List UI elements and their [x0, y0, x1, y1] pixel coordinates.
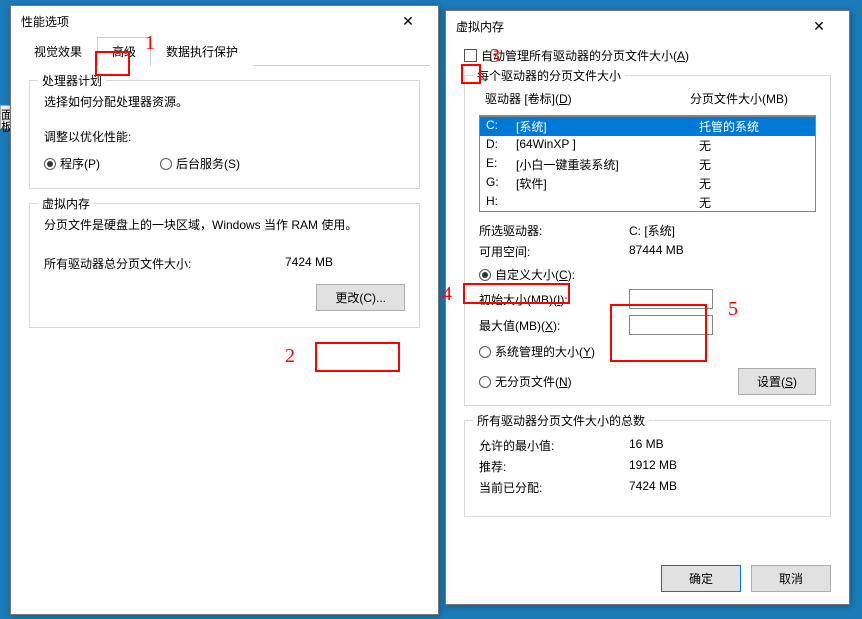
- processor-desc: 选择如何分配处理器资源。: [44, 93, 405, 110]
- virtual-memory-group: 虚拟内存 分页文件是硬盘上的一块区域，Windows 当作 RAM 使用。 所有…: [29, 203, 420, 328]
- vm-title: 虚拟内存: [456, 18, 799, 35]
- drive-row[interactable]: G: [软件] 无: [480, 174, 815, 193]
- checkbox-icon: [464, 49, 477, 62]
- perf-titlebar: 性能选项 ✕: [11, 6, 438, 36]
- min-value: 16 MB: [629, 437, 816, 454]
- radio-system-label: 系统管理的大小(Y): [495, 343, 595, 360]
- close-icon[interactable]: ✕: [799, 18, 839, 35]
- each-drive-group: 每个驱动器的分页文件大小 驱动器 [卷标](D) 分页文件大小(MB) C: […: [464, 75, 831, 406]
- perf-tabs: 视觉效果 高级 数据执行保护: [19, 36, 430, 66]
- radio-dot-icon: [44, 158, 56, 170]
- drive-label: [系统]: [516, 118, 699, 135]
- cur-label: 当前已分配:: [479, 479, 629, 496]
- drive-row[interactable]: H: 无: [480, 193, 815, 211]
- drive-row[interactable]: D: [64WinXP ] 无: [480, 136, 815, 155]
- virtual-memory-dialog: 虚拟内存 ✕ 自动管理所有驱动器的分页文件大小(A) 每个驱动器的分页文件大小 …: [445, 10, 850, 605]
- perf-title: 性能选项: [21, 13, 388, 30]
- initial-size-input[interactable]: [629, 289, 713, 309]
- close-icon[interactable]: ✕: [388, 13, 428, 30]
- drive-header-size: 分页文件大小(MB): [690, 90, 810, 107]
- radio-no-paging[interactable]: 无分页文件(N): [479, 373, 738, 390]
- max-size-input[interactable]: [629, 315, 713, 335]
- drive-label: [516, 194, 699, 211]
- ok-button[interactable]: 确定: [661, 565, 741, 592]
- vm-legend: 虚拟内存: [38, 195, 94, 212]
- vm-desc: 分页文件是硬盘上的一块区域，Windows 当作 RAM 使用。: [44, 216, 405, 233]
- auto-manage-label: 自动管理所有驱动器的分页文件大小(A): [481, 47, 689, 64]
- radio-nopage-label: 无分页文件(N): [495, 373, 572, 390]
- totals-group: 所有驱动器分页文件大小的总数 允许的最小值: 16 MB 推荐: 1912 MB…: [464, 420, 831, 517]
- auto-manage-checkbox[interactable]: 自动管理所有驱动器的分页文件大小(A): [464, 47, 689, 64]
- vm-total-value: 7424 MB: [285, 255, 405, 272]
- drive-header: 驱动器 [卷标](D) 分页文件大小(MB): [479, 88, 816, 109]
- radio-dot-icon: [479, 376, 491, 388]
- processor-scheduling-group: 处理器计划 选择如何分配处理器资源。 调整以优化性能: 程序(P) 后台服务(S…: [29, 80, 420, 189]
- radio-custom-label: 自定义大小(C):: [495, 266, 575, 283]
- tab-advanced[interactable]: 高级: [97, 37, 151, 66]
- radio-background[interactable]: 后台服务(S): [160, 155, 240, 172]
- adjust-label: 调整以优化性能:: [44, 128, 405, 145]
- radio-programs-label: 程序(P): [60, 155, 100, 172]
- set-button[interactable]: 设置(S): [738, 368, 816, 395]
- drive-size: 无: [699, 137, 809, 154]
- processor-legend: 处理器计划: [38, 72, 106, 89]
- drive-size: 无: [699, 194, 809, 211]
- drive-label: [软件]: [516, 175, 699, 192]
- drive-size: 托管的系统: [699, 118, 809, 135]
- drive-list[interactable]: C: [系统] 托管的系统 D: [64WinXP ] 无 E: [小白一键重装…: [479, 115, 816, 212]
- radio-system-managed[interactable]: 系统管理的大小(Y): [479, 343, 816, 360]
- drive-row[interactable]: E: [小白一键重装系统] 无: [480, 155, 815, 174]
- selected-drive-value: C: [系统]: [629, 222, 816, 239]
- cancel-button[interactable]: 取消: [751, 565, 831, 592]
- drive-letter: D:: [486, 137, 516, 154]
- drive-letter: H:: [486, 194, 516, 211]
- tab-dep[interactable]: 数据执行保护: [151, 37, 253, 66]
- drive-label: [小白一键重装系统]: [516, 156, 699, 173]
- min-label: 允许的最小值:: [479, 437, 629, 454]
- radio-dot-icon: [160, 158, 172, 170]
- rec-label: 推荐:: [479, 458, 629, 475]
- change-button[interactable]: 更改(C)...: [316, 284, 405, 311]
- totals-legend: 所有驱动器分页文件大小的总数: [473, 412, 649, 429]
- avail-value: 87444 MB: [629, 243, 816, 260]
- radio-background-label: 后台服务(S): [176, 155, 240, 172]
- max-size-label: 最大值(MB)(X):: [479, 317, 629, 334]
- avail-label: 可用空间:: [479, 243, 629, 260]
- tab-visual-effects[interactable]: 视觉效果: [19, 37, 97, 66]
- drive-letter: C:: [486, 118, 516, 135]
- each-drive-legend: 每个驱动器的分页文件大小: [473, 67, 625, 84]
- drive-letter: G:: [486, 175, 516, 192]
- vm-total-label: 所有驱动器总分页文件大小:: [44, 255, 285, 272]
- radio-dot-icon: [479, 346, 491, 358]
- drive-letter: E:: [486, 156, 516, 173]
- initial-size-label: 初始大小(MB)(I):: [479, 291, 629, 308]
- drive-label: [64WinXP ]: [516, 137, 699, 154]
- drive-header-drive: 驱动器 [卷标](D): [485, 90, 690, 107]
- drive-row[interactable]: C: [系统] 托管的系统: [480, 117, 815, 136]
- drive-size: 无: [699, 175, 809, 192]
- vm-titlebar: 虚拟内存 ✕: [446, 11, 849, 41]
- drive-size: 无: [699, 156, 809, 173]
- radio-dot-icon: [479, 269, 491, 281]
- rec-value: 1912 MB: [629, 458, 816, 475]
- selected-drive-label: 所选驱动器:: [479, 222, 629, 239]
- cur-value: 7424 MB: [629, 479, 816, 496]
- performance-options-dialog: 性能选项 ✕ 视觉效果 高级 数据执行保护 处理器计划 选择如何分配处理器资源。…: [10, 5, 439, 615]
- radio-custom-size[interactable]: 自定义大小(C):: [479, 266, 816, 283]
- radio-programs[interactable]: 程序(P): [44, 155, 100, 172]
